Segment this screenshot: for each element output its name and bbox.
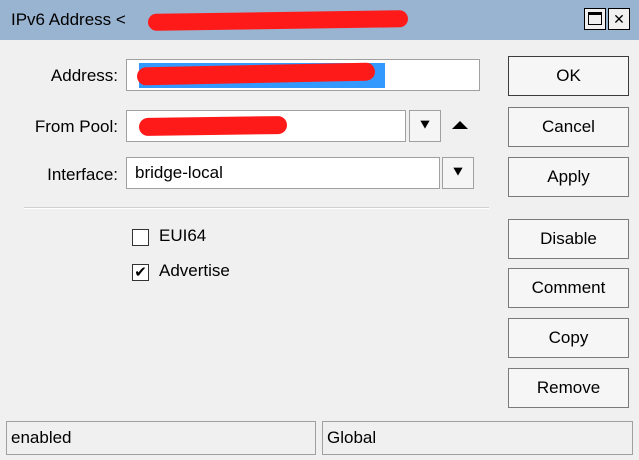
window-title-text: IPv6 Address < xyxy=(11,10,126,29)
cancel-button[interactable]: Cancel xyxy=(508,107,629,147)
address-label: Address: xyxy=(50,66,118,85)
comment-button[interactable]: Comment xyxy=(508,268,629,308)
close-icon: ✕ xyxy=(613,11,625,27)
status-left-text: enabled xyxy=(11,428,72,447)
status-scope: Global xyxy=(322,421,633,455)
address-input[interactable] xyxy=(126,59,480,91)
eui64-checkbox[interactable] xyxy=(132,229,149,246)
from-pool-select[interactable] xyxy=(126,110,406,142)
advertise-checkbox[interactable]: ✔ xyxy=(132,264,149,281)
status-right-text: Global xyxy=(327,428,377,447)
interface-label: Interface: xyxy=(47,165,118,184)
copy-button[interactable]: Copy xyxy=(508,318,629,358)
status-enabled: enabled xyxy=(6,421,316,455)
from-pool-label: From Pool: xyxy=(34,117,118,136)
eui64-label: EUI64 xyxy=(159,226,207,245)
checkmark-icon: ✔ xyxy=(134,264,147,281)
disable-button[interactable]: Disable xyxy=(508,219,629,259)
chevron-down-icon: ⯆ xyxy=(451,164,464,181)
maximize-icon xyxy=(588,12,602,25)
from-pool-redaction xyxy=(138,115,288,137)
from-pool-dropdown-button[interactable]: ⯆ xyxy=(409,110,441,142)
interface-select[interactable]: bridge-local xyxy=(126,157,440,189)
maximize-button[interactable] xyxy=(584,8,606,30)
close-button[interactable]: ✕ xyxy=(608,8,630,30)
apply-button[interactable]: Apply xyxy=(508,157,629,197)
chevron-down-icon: ⯆ xyxy=(418,117,431,134)
ok-button[interactable]: OK xyxy=(508,56,629,96)
advertise-label: Advertise xyxy=(159,261,230,280)
interface-value: bridge-local xyxy=(135,163,223,182)
separator xyxy=(24,207,489,209)
title-redaction xyxy=(147,10,409,31)
title-bar: IPv6 Address <> ✕ xyxy=(0,0,639,40)
interface-dropdown-button[interactable]: ⯆ xyxy=(442,157,474,189)
from-pool-remove-arrow-icon[interactable] xyxy=(452,121,468,129)
remove-button[interactable]: Remove xyxy=(508,368,629,408)
